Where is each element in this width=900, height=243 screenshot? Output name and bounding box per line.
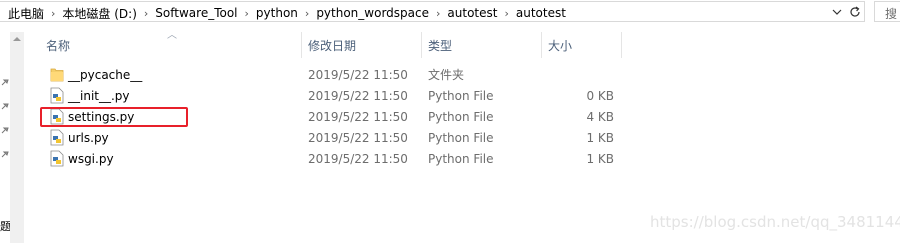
breadcrumb-item-software-tool[interactable]: Software_Tool [155, 6, 237, 20]
file-date: 2019/5/22 11:50 [308, 151, 408, 166]
column-divider[interactable] [621, 32, 622, 58]
refresh-icon [850, 6, 860, 17]
breadcrumb-separator-icon[interactable]: › [504, 7, 508, 20]
file-size: 1 KB [586, 130, 614, 145]
column-divider[interactable] [421, 32, 422, 58]
breadcrumb-item-autotest-current[interactable]: autotest [516, 6, 566, 20]
refresh-button[interactable] [846, 3, 864, 21]
breadcrumb-separator-icon[interactable]: › [305, 7, 309, 20]
pin-icon [1, 103, 9, 110]
address-dropdown-button[interactable] [829, 3, 845, 21]
file-type: Python File [428, 151, 494, 166]
breadcrumb-separator-icon[interactable]: › [144, 7, 148, 20]
address-bar[interactable]: 此电脑 › 本地磁盘 (D:) › Software_Tool › python… [0, 1, 865, 22]
scroll-up-arrow-icon[interactable] [13, 36, 21, 42]
python-file-icon [50, 87, 64, 104]
column-header-size[interactable]: 大小 [548, 32, 572, 58]
folder-icon [50, 68, 64, 82]
pin-icon [1, 151, 9, 158]
address-bar-row: 此电脑 › 本地磁盘 (D:) › Software_Tool › python… [0, 0, 900, 24]
column-header-name[interactable]: 名称 [46, 32, 70, 58]
file-size [550, 64, 614, 85]
file-size: 1 KB [586, 151, 614, 166]
sort-ascending-icon: ︿ [167, 30, 177, 41]
breadcrumb: 此电脑 › 本地磁盘 (D:) › Software_Tool › python… [8, 5, 566, 21]
file-date: 2019/5/22 11:50 [308, 109, 408, 124]
pin-icon [1, 79, 9, 86]
file-row-init[interactable]: __init__.py 2019/5/22 11:50 Python File … [40, 85, 620, 106]
file-row-urls[interactable]: urls.py 2019/5/22 11:50 Python File 1 KB [40, 127, 620, 148]
column-header-row: ︿ 名称 修改日期 类型 大小 [24, 30, 624, 58]
breadcrumb-item-python[interactable]: python [256, 6, 298, 20]
column-divider[interactable] [301, 32, 302, 58]
file-date: 2019/5/22 11:50 [308, 88, 408, 103]
breadcrumb-item-drive-d[interactable]: 本地磁盘 (D:) [62, 5, 136, 22]
file-type: 文件夹 [428, 68, 465, 82]
file-size: 4 KB [586, 109, 614, 124]
python-file-icon [50, 129, 64, 146]
breadcrumb-item-this-pc[interactable]: 此电脑 [8, 5, 44, 22]
file-name: wsgi.py [68, 151, 114, 166]
file-row-pycache[interactable]: __pycache__ 2019/5/22 11:50 文件夹 [40, 64, 620, 85]
file-name: __init__.py [68, 88, 130, 103]
breadcrumb-separator-icon[interactable]: › [51, 7, 55, 20]
column-header-type[interactable]: 类型 [428, 32, 452, 58]
file-type: Python File [428, 88, 494, 103]
breadcrumb-separator-icon[interactable]: › [245, 7, 249, 20]
file-size: 0 KB [586, 88, 614, 103]
file-name: __pycache__ [68, 67, 143, 82]
breadcrumb-item-autotest[interactable]: autotest [447, 6, 497, 20]
file-type: Python File [428, 109, 494, 124]
chevron-down-icon [832, 9, 842, 15]
file-date: 2019/5/22 11:50 [308, 130, 408, 145]
column-divider[interactable] [541, 32, 542, 58]
file-name: urls.py [68, 130, 109, 145]
search-input[interactable]: 搜 [874, 1, 900, 22]
python-file-icon [50, 150, 64, 167]
search-placeholder: 搜 [885, 7, 898, 21]
breadcrumb-separator-icon[interactable]: › [436, 7, 440, 20]
watermark-text: https://blog.csdn.net/qq_34811445 [650, 213, 900, 231]
navigation-pane[interactable]: 题 [0, 24, 11, 243]
pin-icon [1, 127, 9, 134]
file-date: 2019/5/22 11:50 [308, 67, 408, 82]
highlight-annotation-box [40, 107, 188, 127]
navigation-pane-scrollbar[interactable] [10, 32, 24, 243]
breadcrumb-item-python-wordspace[interactable]: python_wordspace [316, 6, 429, 20]
column-header-date[interactable]: 修改日期 [308, 32, 356, 58]
file-row-wsgi[interactable]: wsgi.py 2019/5/22 11:50 Python File 1 KB [40, 148, 620, 169]
file-type: Python File [428, 130, 494, 145]
